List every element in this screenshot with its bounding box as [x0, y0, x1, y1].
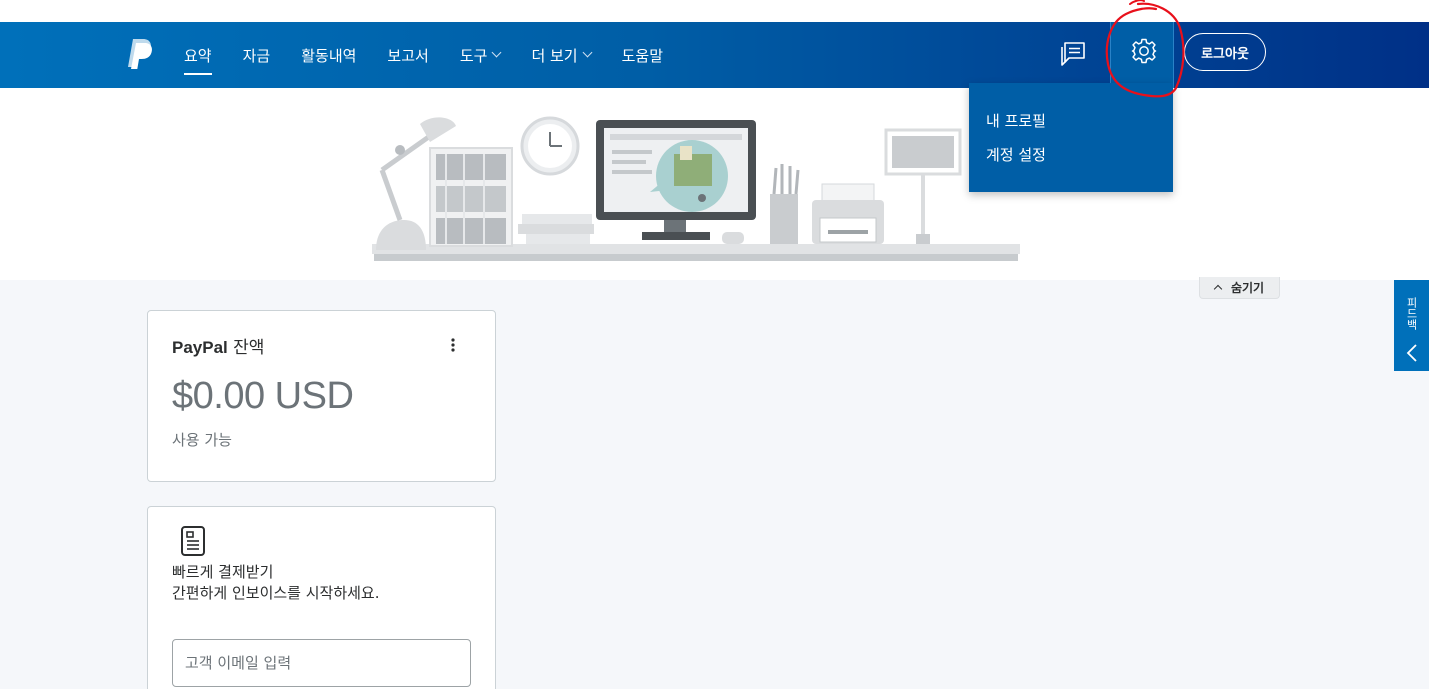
nav-item-reports[interactable]: 보고서	[387, 22, 428, 88]
menu-item-my-profile[interactable]: 내 프로필	[969, 104, 1173, 138]
invoice-title: 빠르게 결제받기	[172, 563, 274, 581]
nav-label: 요약	[184, 46, 212, 65]
nav-item-summary[interactable]: 요약	[184, 22, 212, 88]
balance-amount: $0.00 USD	[172, 375, 354, 417]
nav-label: 보고서	[387, 46, 429, 65]
main-nav: 요약 자금 활동내역 보고서 도구 더 보기 도움말	[184, 22, 694, 88]
customer-email-input[interactable]	[172, 639, 471, 687]
chevron-left-icon	[1406, 344, 1417, 362]
balance-available-label: 사용 가능	[172, 431, 232, 449]
nav-item-help[interactable]: 도움말	[622, 22, 663, 88]
gear-icon	[1131, 38, 1157, 64]
logout-button[interactable]: 로그아웃	[1184, 33, 1266, 71]
nav-label: 자금	[242, 46, 271, 65]
nav-item-funds[interactable]: 자금	[243, 22, 271, 88]
invoice-description: 간편하게 인보이스를 시작하세요.	[172, 584, 380, 602]
feedback-tab[interactable]: 피드백	[1394, 280, 1429, 371]
paypal-brand-text: PayPal	[172, 338, 228, 357]
header-bar: 요약 자금 활동내역 보고서 도구 더 보기 도움말 로그아웃	[0, 22, 1429, 88]
invoice-card: 빠르게 결제받기 간편하게 인보이스를 시작하세요.	[147, 506, 496, 689]
nav-label: 활동내역	[301, 46, 357, 65]
menu-item-account-settings[interactable]: 계정 설정	[969, 138, 1173, 172]
nav-label: 도움말	[621, 46, 664, 65]
paypal-logo[interactable]	[124, 38, 154, 70]
desk-illustration	[372, 116, 1020, 261]
balance-card: PayPal 잔액 $0.00 USD 사용 가능	[147, 310, 496, 482]
kebab-menu-icon[interactable]	[445, 337, 461, 353]
settings-button[interactable]	[1110, 22, 1174, 88]
hide-banner-button[interactable]: 숨기기	[1199, 277, 1280, 299]
nav-label: 도구	[459, 46, 488, 65]
balance-label: 잔액	[227, 338, 265, 358]
settings-dropdown-menu: 내 프로필 계정 설정	[969, 83, 1173, 192]
nav-item-tools[interactable]: 도구	[459, 22, 502, 88]
hero-banner	[0, 88, 1429, 280]
invoice-icon	[181, 526, 205, 556]
message-icon[interactable]	[1058, 38, 1088, 68]
nav-item-activity[interactable]: 활동내역	[301, 22, 356, 88]
top-strip	[0, 0, 1429, 22]
chevron-down-icon	[491, 47, 502, 58]
feedback-label: 피드백	[1405, 296, 1418, 330]
hide-label: 숨기기	[1230, 281, 1265, 295]
nav-label: 더 보기	[531, 46, 578, 65]
chevron-down-icon	[582, 47, 593, 58]
balance-title: PayPal 잔액	[172, 333, 264, 358]
chevron-up-icon	[1213, 284, 1223, 294]
nav-item-more[interactable]: 더 보기	[531, 22, 593, 88]
